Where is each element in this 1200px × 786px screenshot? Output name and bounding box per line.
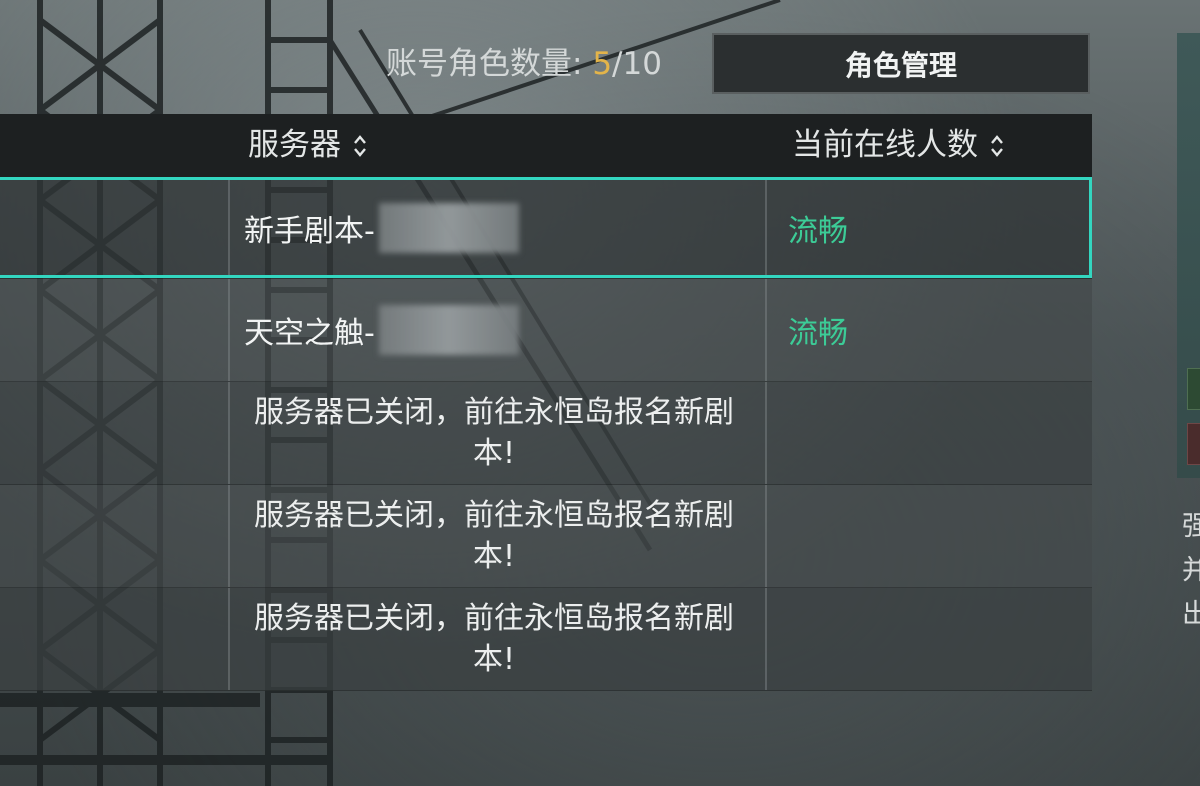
column-header-online-count[interactable]: 当前在线人数	[792, 114, 1004, 177]
server-closed-message: 服务器已关闭，前往永恒岛报名新剧本!	[254, 395, 734, 471]
column-divider	[765, 485, 767, 587]
right-panel-text-line: 并	[1182, 555, 1200, 586]
server-status: 流畅	[788, 316, 848, 351]
column-divider	[228, 177, 230, 278]
right-panel-text: 强 并 出	[1182, 505, 1200, 637]
account-count-max: 10	[622, 46, 662, 82]
table-header: 服务器 当前在线人数	[0, 114, 1092, 177]
column-divider	[228, 279, 230, 381]
server-row-selected[interactable]: 新手剧本- 流畅	[0, 177, 1092, 279]
right-panel-text-line: 强	[1182, 511, 1200, 542]
redacted-server-suffix	[378, 202, 519, 253]
panel-green-button[interactable]	[1187, 368, 1200, 410]
panel-red-button[interactable]	[1187, 423, 1200, 465]
server-row-closed[interactable]: 服务器已关闭，前往永恒岛报名新剧本!	[0, 588, 1092, 691]
column-divider	[765, 588, 767, 690]
column-header-online-label: 当前在线人数	[792, 127, 978, 163]
account-count-current: 5	[592, 46, 613, 82]
right-panel-text-line: 出	[1182, 599, 1200, 630]
server-closed-message: 服务器已关闭，前往永恒岛报名新剧本!	[254, 601, 734, 677]
column-divider	[228, 382, 230, 484]
server-row-closed[interactable]: 服务器已关闭，前往永恒岛报名新剧本!	[0, 485, 1092, 588]
account-count-label: 账号角色数量:	[386, 46, 583, 82]
column-divider	[765, 279, 767, 381]
server-table: 服务器 当前在线人数 新手剧本- 流畅 天空之触- 流畅 服务器已关闭，前往永恒…	[0, 114, 1092, 691]
account-role-count: 账号角色数量: 5/10	[386, 44, 662, 84]
column-divider	[765, 382, 767, 484]
server-name: 天空之触-	[244, 279, 519, 381]
right-side-panel	[1177, 33, 1200, 478]
sort-updown-icon	[991, 134, 1003, 157]
role-management-button[interactable]: 角色管理	[712, 33, 1090, 94]
server-name: 新手剧本-	[244, 177, 519, 278]
server-row[interactable]: 天空之触- 流畅	[0, 279, 1092, 382]
server-name-text: 天空之触-	[244, 316, 375, 351]
sort-updown-icon	[354, 134, 366, 157]
column-divider	[228, 588, 230, 690]
column-header-server[interactable]: 服务器	[248, 114, 367, 177]
server-closed-message: 服务器已关闭，前往永恒岛报名新剧本!	[254, 498, 734, 574]
server-name-text: 新手剧本-	[244, 213, 375, 249]
redacted-server-suffix	[378, 305, 519, 355]
column-divider	[765, 177, 767, 278]
column-divider	[228, 485, 230, 587]
column-header-server-label: 服务器	[248, 127, 341, 163]
server-status: 流畅	[788, 213, 848, 249]
account-count-separator: /	[612, 46, 623, 82]
server-row-closed[interactable]: 服务器已关闭，前往永恒岛报名新剧本!	[0, 382, 1092, 485]
